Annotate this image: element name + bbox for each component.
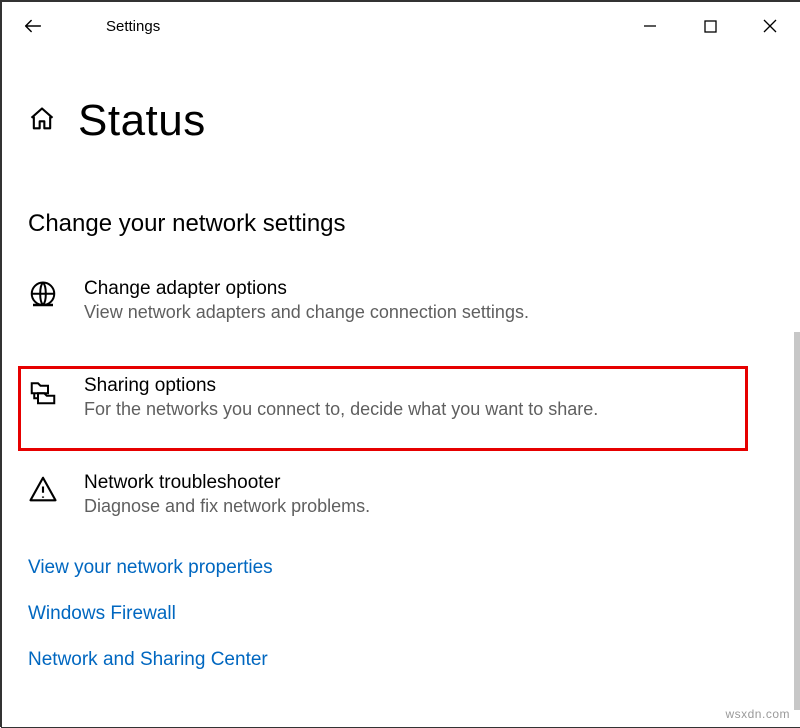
titlebar: Settings [2, 2, 800, 50]
option-title: Sharing options [84, 375, 598, 397]
option-title: Network troubleshooter [84, 472, 370, 494]
section-heading: Change your network settings [28, 210, 774, 238]
arrow-left-icon [22, 15, 44, 37]
sharing-folders-icon [28, 377, 58, 407]
scrollbar[interactable] [794, 332, 800, 710]
window-title: Settings [106, 18, 160, 35]
close-icon [763, 19, 777, 33]
minimize-button[interactable] [620, 6, 680, 46]
maximize-icon [704, 20, 717, 33]
globe-icon [28, 280, 58, 310]
warning-triangle-icon [28, 474, 58, 504]
option-title: Change adapter options [84, 278, 529, 300]
page-title: Status [78, 96, 206, 146]
option-desc: Diagnose and fix network problems. [84, 496, 370, 517]
link-network-properties[interactable]: View your network properties [28, 557, 774, 579]
content-area: Status Change your network settings Chan… [2, 96, 800, 671]
home-icon[interactable] [28, 105, 56, 138]
back-button[interactable] [16, 9, 50, 43]
minimize-icon [643, 19, 657, 33]
option-desc: For the networks you connect to, decide … [84, 399, 598, 420]
maximize-button[interactable] [680, 6, 740, 46]
option-sharing[interactable]: Sharing options For the networks you con… [28, 363, 774, 432]
option-desc: View network adapters and change connect… [84, 302, 529, 323]
close-button[interactable] [740, 6, 800, 46]
option-troubleshooter[interactable]: Network troubleshooter Diagnose and fix … [28, 460, 774, 529]
option-change-adapter[interactable]: Change adapter options View network adap… [28, 266, 774, 335]
link-windows-firewall[interactable]: Windows Firewall [28, 603, 774, 625]
watermark: wsxdn.com [725, 707, 790, 721]
link-network-sharing-center[interactable]: Network and Sharing Center [28, 649, 774, 671]
